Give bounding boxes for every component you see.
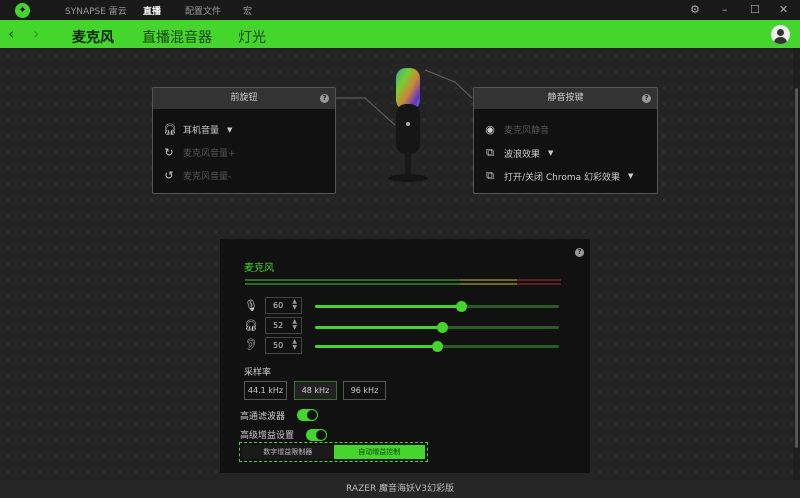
value-text: 60 <box>273 301 284 310</box>
digital-gain-limiter-option[interactable]: 数字增益限制器 <box>242 445 334 459</box>
action-label: 打开/关闭 Chroma 幻彩效果 <box>504 172 621 183</box>
dropdown-caret-icon[interactable]: ▼ <box>628 172 633 180</box>
advanced-gain-label: 高级增益设置 <box>240 431 295 441</box>
help-icon[interactable]: ? <box>320 94 329 103</box>
gain-mode-selector: 数字增益限制器 自动增益控制 <box>239 442 428 462</box>
front-knob-card: 前旋钮? 🎧︎ 耳机音量 ▼ ↻ 麦克风音量+ ↺ 麦克风音量- <box>152 87 336 194</box>
monitor-volume-slider[interactable] <box>315 341 559 352</box>
action-label: 麦克风音量- <box>183 172 232 182</box>
help-icon[interactable]: ? <box>575 248 584 257</box>
knob-clockwise-action: ↻ 麦克风音量+ <box>163 146 236 159</box>
headphone-volume-slider[interactable] <box>315 322 559 333</box>
rate-48-button[interactable]: 48 kHz <box>294 381 337 400</box>
microphone-image <box>388 68 428 182</box>
rotate-clockwise-icon: ↻ <box>164 146 174 159</box>
slider-thumb[interactable] <box>436 322 448 333</box>
panel-title: 麦克风 <box>244 263 274 274</box>
value-text: 52 <box>273 321 284 330</box>
chroma-effect-icon: ⧉ <box>486 169 494 182</box>
help-icon[interactable]: ? <box>642 94 651 103</box>
mute-press-action: ◉ 麦克风静音 <box>484 123 549 136</box>
headphones-icon: 🎧︎ <box>244 319 258 332</box>
dropdown-caret-icon[interactable]: ▼ <box>548 149 553 157</box>
mic-gain-slider[interactable] <box>315 301 559 312</box>
high-pass-filter-toggle[interactable] <box>297 409 318 421</box>
card-title: 前旋钮 <box>230 93 258 103</box>
level-meter <box>245 279 561 281</box>
action-label: 麦克风静音 <box>504 126 550 136</box>
mic-gain-input[interactable]: 60 ▲ ▼ <box>265 297 302 314</box>
headphone-volume-input[interactable]: 52 ▲ ▼ <box>265 317 302 334</box>
card-title: 静音按键 <box>547 93 584 103</box>
monitor-volume-input[interactable]: 50 ▲ ▼ <box>265 337 302 354</box>
action-label: 波浪效果 <box>504 149 541 160</box>
rate-96-button[interactable]: 96 kHz <box>343 381 386 400</box>
stepper-icon[interactable]: ▲ ▼ <box>292 339 297 351</box>
headphones-icon: 🎧︎ <box>163 123 177 136</box>
mute-action-chroma-toggle[interactable]: ⧉ 打开/关闭 Chroma 幻彩效果 ▼ <box>484 169 633 183</box>
stepper-icon[interactable]: ▲ ▼ <box>292 319 297 331</box>
device-name-footer: RAZER 魔音海妖V3幻彩版 <box>0 480 800 498</box>
sample-rate-label: 采样率 <box>244 368 272 378</box>
dropdown-caret-icon[interactable]: ▼ <box>227 126 232 134</box>
microphone-icon: 🎙︎ <box>244 299 258 312</box>
chroma-effect-icon: ⧉ <box>486 146 494 159</box>
knob-counterclockwise-action: ↺ 麦克风音量- <box>163 169 231 182</box>
level-meter <box>245 283 561 285</box>
target-icon: ◉ <box>485 123 495 136</box>
advanced-gain-toggle[interactable] <box>306 429 327 441</box>
value-text: 50 <box>273 341 284 350</box>
auto-gain-control-option[interactable]: 自动增益控制 <box>333 445 425 459</box>
mute-action-wave[interactable]: ⧉ 波浪效果 ▼ <box>484 146 553 160</box>
slider-thumb[interactable] <box>432 341 443 352</box>
ear-icon: 👂︎ <box>244 338 258 351</box>
slider-thumb[interactable] <box>456 301 468 312</box>
action-label: 耳机音量 <box>183 126 220 136</box>
mute-button-card: 静音按键? ◉ 麦克风静音 ⧉ 波浪效果 ▼ ⧉ 打开/关闭 Chroma 幻彩效果 ▼ <box>473 87 658 194</box>
stepper-icon[interactable]: ▲ ▼ <box>292 299 297 311</box>
action-label: 麦克风音量+ <box>183 149 236 159</box>
high-pass-filter-label: 高通滤波器 <box>240 412 286 422</box>
rotate-counterclockwise-icon: ↺ <box>164 169 174 182</box>
microphone-settings-panel: ? 麦克风 🎙︎ 60 ▲ ▼ 🎧︎ 52 ▲ ▼ 👂︎ 50 ▲ ▼ 采样率 44.1 k… <box>220 239 590 473</box>
rate-44-1-button[interactable]: 44.1 kHz <box>244 381 287 400</box>
knob-press-action[interactable]: 🎧︎ 耳机音量 ▼ <box>163 123 232 136</box>
